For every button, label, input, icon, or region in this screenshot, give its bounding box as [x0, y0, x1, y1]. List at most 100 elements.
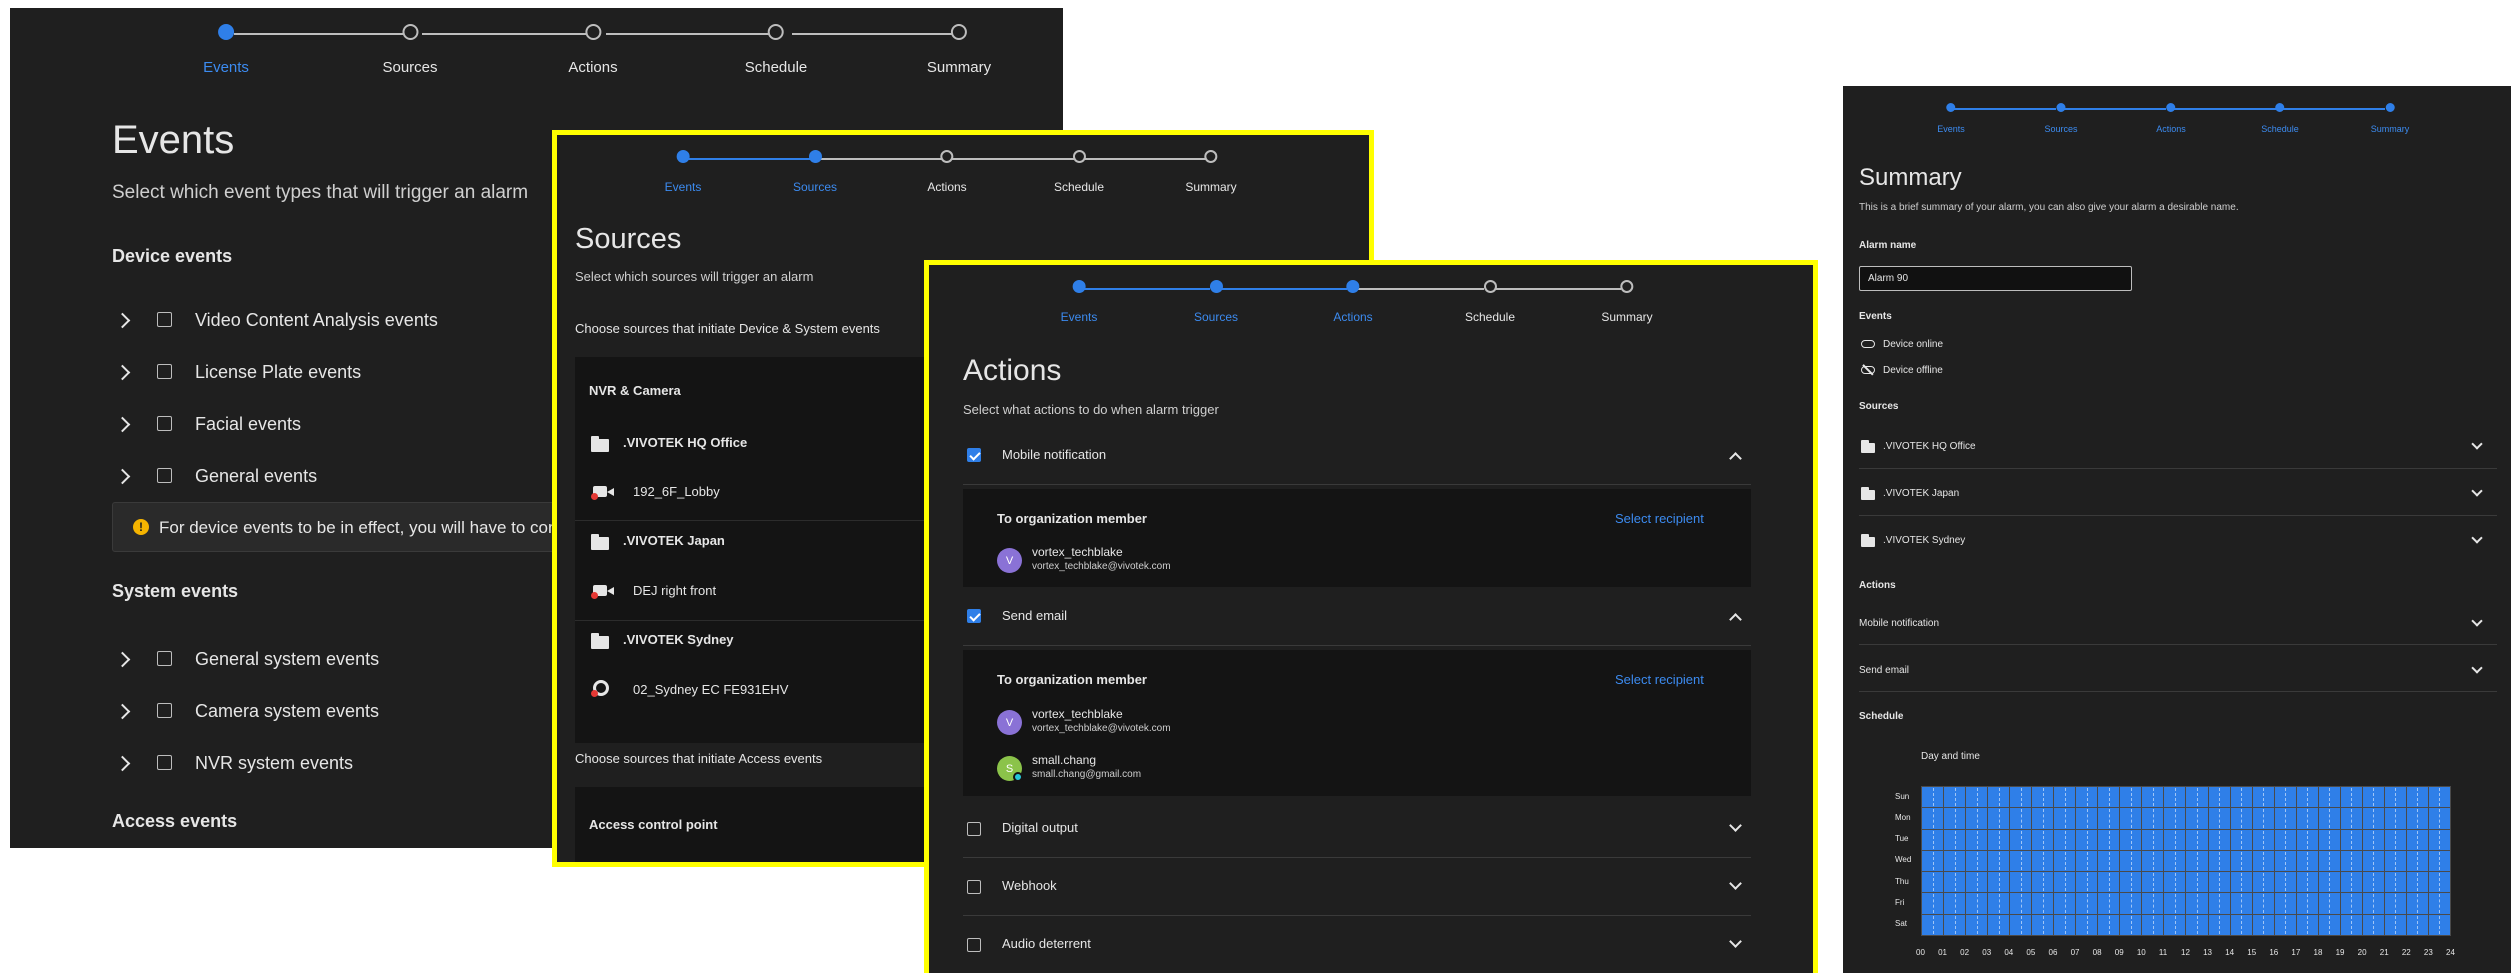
schedule-cell[interactable]	[2384, 914, 2406, 935]
schedule-cell[interactable]	[1966, 808, 1988, 829]
schedule-cell[interactable]	[1944, 914, 1966, 935]
schedule-cell[interactable]	[2406, 808, 2428, 829]
schedule-cell[interactable]	[2208, 893, 2230, 914]
schedule-cell[interactable]	[1922, 850, 1944, 872]
checkbox[interactable]	[967, 609, 981, 623]
schedule-cell[interactable]	[2252, 914, 2274, 935]
checkbox[interactable]	[157, 312, 172, 327]
schedule-cell[interactable]	[2384, 893, 2406, 914]
source-group-label[interactable]: .VIVOTEK Sydney	[623, 632, 734, 647]
schedule-cell[interactable]	[2274, 829, 2296, 850]
chevron-right-icon[interactable]	[114, 703, 131, 720]
schedule-cell[interactable]	[2340, 893, 2362, 914]
schedule-cell[interactable]	[2230, 914, 2252, 935]
schedule-cell[interactable]	[2186, 914, 2208, 935]
schedule-cell[interactable]	[2032, 914, 2054, 935]
chevron-right-icon[interactable]	[114, 755, 131, 772]
schedule-cell[interactable]	[1988, 872, 2010, 893]
schedule-cell[interactable]	[2010, 787, 2032, 808]
schedule-cell[interactable]	[2186, 808, 2208, 829]
schedule-cell[interactable]	[2098, 808, 2120, 829]
schedule-cell[interactable]	[2186, 893, 2208, 914]
schedule-cell[interactable]	[2120, 808, 2142, 829]
schedule-cell[interactable]	[2054, 808, 2076, 829]
schedule-cell[interactable]	[1988, 808, 2010, 829]
schedule-cell[interactable]	[2384, 808, 2406, 829]
schedule-cell[interactable]	[2296, 850, 2318, 872]
schedule-cell[interactable]	[2164, 872, 2186, 893]
schedule-cell[interactable]	[2032, 893, 2054, 914]
schedule-cell[interactable]	[2406, 914, 2428, 935]
schedule-cell[interactable]	[2252, 829, 2274, 850]
schedule-cell[interactable]	[2340, 872, 2362, 893]
schedule-cell[interactable]	[2164, 787, 2186, 808]
schedule-cell[interactable]	[2076, 787, 2098, 808]
schedule-cell[interactable]	[2406, 787, 2428, 808]
step-summary[interactable]: Summary	[927, 24, 991, 76]
schedule-cell[interactable]	[2428, 829, 2450, 850]
chevron-right-icon[interactable]	[114, 468, 131, 485]
schedule-cell[interactable]	[1922, 914, 1944, 935]
schedule-cell[interactable]	[2098, 914, 2120, 935]
chevron-right-icon[interactable]	[114, 416, 131, 433]
chevron-down-icon[interactable]	[1729, 935, 1742, 948]
step-events[interactable]: Events	[665, 150, 701, 194]
checkbox[interactable]	[157, 703, 172, 718]
schedule-cell[interactable]	[2208, 872, 2230, 893]
schedule-cell[interactable]	[2076, 914, 2098, 935]
schedule-cell[interactable]	[2054, 914, 2076, 935]
schedule-cell[interactable]	[2208, 850, 2230, 872]
schedule-cell[interactable]	[2230, 893, 2252, 914]
schedule-cell[interactable]	[2428, 893, 2450, 914]
schedule-cell[interactable]	[2054, 893, 2076, 914]
camera-label[interactable]: 02_Sydney EC FE931EHV	[633, 682, 788, 697]
schedule-cell[interactable]	[2186, 850, 2208, 872]
schedule-cell[interactable]	[2098, 893, 2120, 914]
schedule-cell[interactable]	[1944, 808, 1966, 829]
source-group-label[interactable]: .VIVOTEK HQ Office	[623, 435, 747, 450]
schedule-cell[interactable]	[2274, 872, 2296, 893]
schedule-cell[interactable]	[2384, 787, 2406, 808]
schedule-cell[interactable]	[2428, 787, 2450, 808]
schedule-cell[interactable]	[2230, 787, 2252, 808]
schedule-cell[interactable]	[2032, 872, 2054, 893]
schedule-cell[interactable]	[2318, 850, 2340, 872]
schedule-cell[interactable]	[2010, 850, 2032, 872]
checkbox[interactable]	[967, 448, 981, 462]
schedule-cell[interactable]	[1988, 787, 2010, 808]
schedule-cell[interactable]	[1922, 829, 1944, 850]
schedule-cell[interactable]	[1944, 893, 1966, 914]
schedule-cell[interactable]	[2032, 850, 2054, 872]
schedule-cell[interactable]	[2010, 829, 2032, 850]
camera-label[interactable]: DEJ right front	[633, 583, 716, 598]
chevron-right-icon[interactable]	[114, 312, 131, 329]
schedule-cell[interactable]	[2054, 850, 2076, 872]
schedule-cell[interactable]	[2164, 808, 2186, 829]
checkbox[interactable]	[157, 651, 172, 666]
schedule-cell[interactable]	[2296, 808, 2318, 829]
schedule-cell[interactable]	[2142, 808, 2164, 829]
schedule-cell[interactable]	[2274, 808, 2296, 829]
schedule-cell[interactable]	[2054, 829, 2076, 850]
schedule-cell[interactable]	[2208, 914, 2230, 935]
schedule-cell[interactable]	[2296, 914, 2318, 935]
checkbox[interactable]	[157, 364, 172, 379]
schedule-cell[interactable]	[2252, 872, 2274, 893]
chevron-right-icon[interactable]	[114, 651, 131, 668]
step-schedule[interactable]: Schedule	[1465, 280, 1515, 324]
schedule-cell[interactable]	[2142, 829, 2164, 850]
schedule-cell[interactable]	[2274, 914, 2296, 935]
checkbox[interactable]	[157, 755, 172, 770]
schedule-cell[interactable]	[2406, 872, 2428, 893]
schedule-cell[interactable]	[2296, 872, 2318, 893]
schedule-cell[interactable]	[2186, 829, 2208, 850]
schedule-cell[interactable]	[2010, 893, 2032, 914]
schedule-cell[interactable]	[2296, 893, 2318, 914]
schedule-cell[interactable]	[2362, 914, 2384, 935]
schedule-cell[interactable]	[2384, 872, 2406, 893]
checkbox[interactable]	[157, 468, 172, 483]
checkbox[interactable]	[967, 938, 981, 952]
checkbox[interactable]	[157, 416, 172, 431]
schedule-cell[interactable]	[2318, 808, 2340, 829]
schedule-cell[interactable]	[2076, 872, 2098, 893]
